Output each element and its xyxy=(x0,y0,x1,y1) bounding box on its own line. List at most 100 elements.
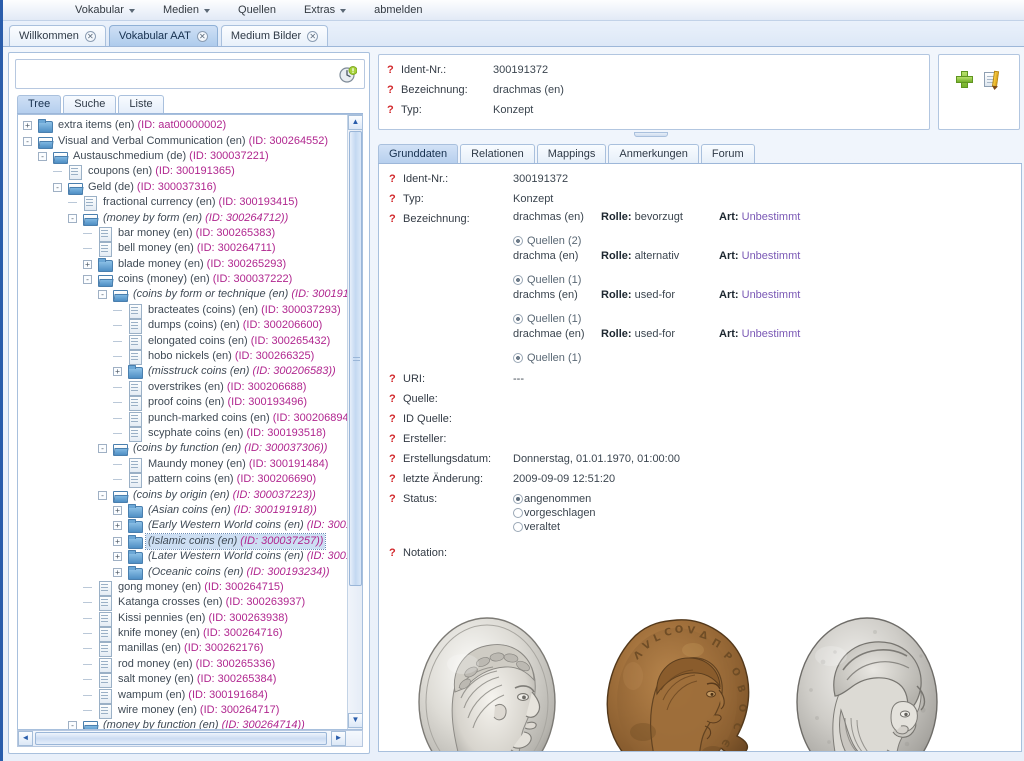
close-icon[interactable]: ✕ xyxy=(307,30,319,42)
menu-item-extras[interactable]: Extras xyxy=(290,0,360,20)
close-icon[interactable]: ✕ xyxy=(196,30,208,42)
tree-node[interactable]: knife money (en) (ID: 300264716) xyxy=(20,626,348,643)
tree-node[interactable]: + (Later Western World coins (en) (ID: 30… xyxy=(20,549,348,565)
tab-anmerkungen[interactable]: Anmerkungen xyxy=(608,144,699,163)
tab-liste[interactable]: Liste xyxy=(118,95,164,113)
tab-vokabular-aat[interactable]: Vokabular AAT ✕ xyxy=(108,25,218,46)
tree-node[interactable]: + (Asian coins (en) (ID: 300191918)) xyxy=(20,503,348,518)
menu-item-abmelden[interactable]: abmelden xyxy=(360,0,436,20)
tree-node[interactable]: wampum (en) (ID: 300191684) xyxy=(20,687,348,704)
expand-sources-icon[interactable] xyxy=(513,235,523,246)
tree-horizontal-scrollbar[interactable]: ◄ ► xyxy=(17,730,363,747)
radio-button[interactable] xyxy=(513,521,523,532)
tree-node[interactable]: + extra items (en) (ID: aat00000002) xyxy=(20,118,348,134)
collapse-icon[interactable]: - xyxy=(50,180,67,195)
coin-image-bronze-roman[interactable]: Λ V L C O V Δ Π Ρ O В O C Є xyxy=(593,614,761,751)
tree-node[interactable]: rod money (en) (ID: 300265336) xyxy=(20,657,348,673)
tree-node-selected[interactable]: + (Islamic coins (en) (ID: 300037257)) xyxy=(20,532,348,550)
tree-node[interactable]: fractional currency (en) (ID: 300193415) xyxy=(20,195,348,212)
tree-node[interactable]: scyphate coins (en) (ID: 300193518) xyxy=(20,426,348,442)
search-input[interactable] xyxy=(19,63,329,85)
help-icon[interactable]: ? xyxy=(389,471,403,485)
tab-relationen[interactable]: Relationen xyxy=(460,144,535,163)
scroll-thumb-vertical[interactable] xyxy=(349,131,362,586)
tree-node[interactable]: elongated coins (en) (ID: 300265432) xyxy=(20,333,348,350)
tab-tree[interactable]: Tree xyxy=(17,95,62,113)
tree-node[interactable]: - (coins by form or technique (en) (ID: 3… xyxy=(20,287,348,303)
term-sources-link[interactable]: Quellen (2) xyxy=(513,231,800,250)
term-sources-link[interactable]: Quellen (1) xyxy=(513,270,800,289)
tree-node[interactable]: salt money (en) (ID: 300265384) xyxy=(20,672,348,689)
tree-node[interactable]: - Visual and Verbal Communication (en) (I… xyxy=(20,133,348,149)
help-icon[interactable]: ? xyxy=(389,411,403,425)
tree-node[interactable]: bar money (en) (ID: 300265383) xyxy=(20,226,348,242)
status-radio-group[interactable]: angenommen vorgeschlagen veraltet xyxy=(513,491,596,533)
close-icon[interactable]: ✕ xyxy=(84,30,96,42)
tree-node[interactable]: - Austauschmedium (de) (ID: 300037221) xyxy=(20,149,348,164)
tree-node[interactable]: wire money (en) (ID: 300264717) xyxy=(20,703,348,720)
status-radio-option[interactable]: veraltet xyxy=(513,520,596,533)
collapse-icon[interactable]: - xyxy=(95,488,112,503)
collapse-icon[interactable]: - xyxy=(35,149,52,164)
expand-icon[interactable]: + xyxy=(110,518,127,533)
help-icon[interactable]: ? xyxy=(389,171,403,185)
tree-node[interactable]: - Geld (de) (ID: 300037316) xyxy=(20,180,348,195)
expand-sources-icon[interactable] xyxy=(513,313,523,324)
tab-grunddaten[interactable]: Grunddaten xyxy=(378,144,459,163)
radio-button[interactable] xyxy=(513,493,523,504)
tree-node[interactable]: - (money by form (en) (ID: 300264712)) xyxy=(20,210,348,226)
expand-icon[interactable]: + xyxy=(110,503,127,518)
tree-node[interactable]: bell money (en) (ID: 300264711) xyxy=(20,241,348,258)
tree-node[interactable]: Kissi pennies (en) (ID: 300263938) xyxy=(20,611,348,627)
tree-node[interactable]: proof coins (en) (ID: 300193496) xyxy=(20,395,348,412)
tree-node[interactable]: + (Oceanic coins (en) (ID: 300193234)) xyxy=(20,564,348,580)
expand-icon[interactable]: + xyxy=(80,257,97,272)
help-icon[interactable]: ? xyxy=(387,84,401,96)
help-icon[interactable]: ? xyxy=(387,64,401,76)
term-sources-link[interactable]: Quellen (1) xyxy=(513,348,800,367)
tree-node[interactable]: overstrikes (en) (ID: 300206688) xyxy=(20,380,348,396)
tab-forum[interactable]: Forum xyxy=(700,144,755,163)
tree-vertical-scrollbar[interactable]: ▲ ▼ xyxy=(347,115,362,729)
expand-sources-icon[interactable] xyxy=(513,274,523,285)
expand-icon[interactable]: + xyxy=(110,549,127,564)
tree-node[interactable]: + (Early Western World coins (en) (ID: 30… xyxy=(20,518,348,534)
tab-willkommen[interactable]: Willkommen ✕ xyxy=(9,25,106,46)
menu-item-quellen[interactable]: Quellen xyxy=(224,0,290,20)
expand-icon[interactable]: + xyxy=(20,118,37,133)
help-icon[interactable]: ? xyxy=(389,371,403,385)
expand-icon[interactable]: + xyxy=(110,364,127,379)
tab-suche[interactable]: Suche xyxy=(63,95,117,113)
scroll-left-button[interactable]: ◄ xyxy=(18,731,33,746)
scroll-thumb-horizontal[interactable] xyxy=(35,732,327,745)
scroll-up-button[interactable]: ▲ xyxy=(348,115,362,130)
coin-image-silver-greek-drachm[interactable] xyxy=(403,614,571,751)
term-sources-link[interactable]: Quellen (1) xyxy=(513,309,800,328)
scroll-down-button[interactable]: ▼ xyxy=(348,713,362,728)
tab-mappings[interactable]: Mappings xyxy=(536,144,607,163)
tree-node[interactable]: gong money (en) (ID: 300264715) xyxy=(20,580,348,596)
tree-node[interactable]: - coins (money) (en) (ID: 300037222) xyxy=(20,272,348,288)
tree-node[interactable]: punch-marked coins (en) (ID: 300206894) xyxy=(20,410,348,427)
scroll-right-button[interactable]: ► xyxy=(331,731,346,746)
help-icon[interactable]: ? xyxy=(389,491,403,505)
help-icon[interactable]: ? xyxy=(387,104,401,116)
status-radio-option[interactable]: angenommen xyxy=(513,492,596,505)
coin-image-silver-helmeted-head[interactable] xyxy=(783,614,951,751)
help-icon[interactable]: ? xyxy=(389,391,403,405)
menu-item-vokabular[interactable]: Vokabular xyxy=(61,0,149,20)
radio-button[interactable] xyxy=(513,507,523,518)
vocabulary-tree[interactable]: + extra items (en) (ID: aat00000002) - Visu… xyxy=(18,115,348,729)
tree-node[interactable]: - (coins by origin (en) (ID: 300037223)) xyxy=(20,487,348,503)
tree-node[interactable]: hobo nickels (en) (ID: 300266325) xyxy=(20,349,348,366)
help-icon[interactable]: ? xyxy=(389,451,403,465)
tree-node[interactable]: - (coins by function (en) (ID: 300037306)… xyxy=(20,441,348,457)
collapse-icon[interactable]: - xyxy=(95,287,112,302)
tree-node[interactable]: + (misstruck coins (en) (ID: 300206583)) xyxy=(20,364,348,380)
tree-node[interactable]: + blade money (en) (ID: 300265293) xyxy=(20,257,348,272)
collapse-icon[interactable]: - xyxy=(65,718,82,729)
collapse-icon[interactable]: - xyxy=(20,134,37,149)
menu-item-medien[interactable]: Medien xyxy=(149,0,224,20)
help-icon[interactable]: ? xyxy=(389,211,403,225)
plus-icon[interactable] xyxy=(955,71,973,88)
